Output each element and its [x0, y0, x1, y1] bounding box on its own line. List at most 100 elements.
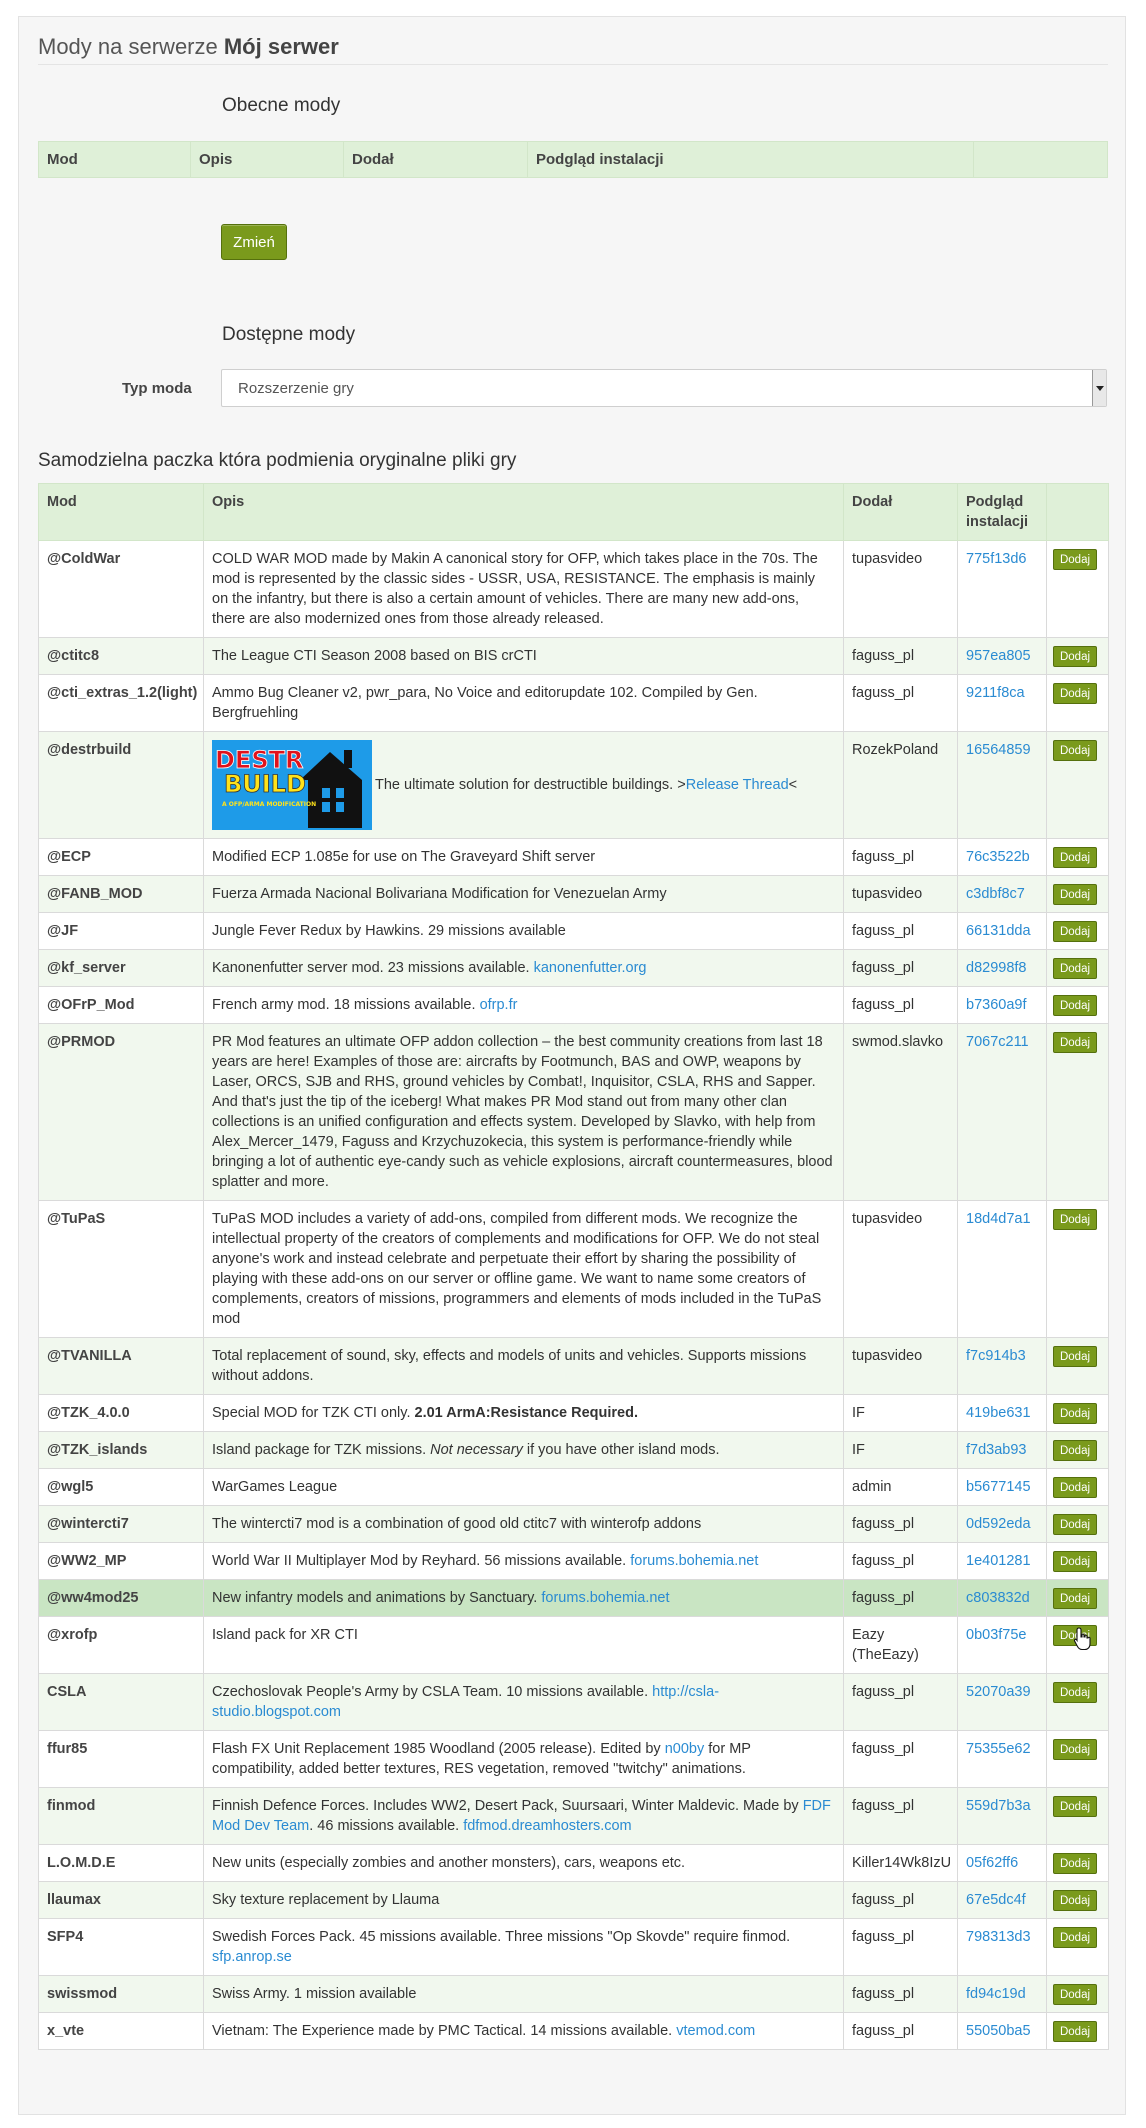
installation-preview-link[interactable]: 9211f8ca [966, 685, 1025, 701]
add-mod-button[interactable]: Dodaj [1053, 1796, 1097, 1817]
mod-description-link[interactable]: Release Thread [686, 777, 789, 793]
installation-preview-link[interactable]: 67e5dc4f [966, 1892, 1026, 1908]
col-preview: Podgląd instalacji [957, 483, 1047, 541]
installation-preview-link[interactable]: 0b03f75e [966, 1627, 1026, 1643]
installation-preview-link[interactable]: f7c914b3 [966, 1348, 1026, 1364]
mod-actions-cell: Dodaj [1046, 1787, 1109, 1845]
add-mod-button[interactable]: Dodaj [1053, 1927, 1097, 1948]
installation-preview-link[interactable]: 957ea805 [966, 648, 1031, 664]
add-mod-button[interactable]: Dodaj [1053, 1551, 1097, 1572]
installation-preview-link[interactable]: c803832d [966, 1590, 1030, 1606]
page-title: Mody na serwerze Mój serwer [38, 34, 339, 59]
installation-preview-link[interactable]: fd94c19d [966, 1986, 1026, 2002]
mod-description: DESTR BUILD A OFP/ARMA MODIFICATION The ult… [203, 731, 844, 839]
mod-description-link[interactable]: vtemod.com [676, 2023, 755, 2039]
add-mod-button[interactable]: Dodaj [1053, 1514, 1097, 1535]
change-button[interactable]: Zmień [221, 224, 287, 260]
add-mod-button[interactable]: Dodaj [1053, 884, 1097, 905]
installation-preview-link[interactable]: d82998f8 [966, 960, 1026, 976]
add-mod-button[interactable]: Dodaj [1053, 958, 1097, 979]
mod-row: swissmod Swiss Army. 1 mission available f… [38, 1975, 1109, 2013]
installation-preview-link[interactable]: 798313d3 [966, 1929, 1031, 1945]
mod-type-select[interactable]: Rozszerzenie gry [221, 369, 1107, 407]
installation-preview-link[interactable]: b7360a9f [966, 997, 1026, 1013]
mod-author: faguss_pl [843, 1975, 958, 2013]
add-mod-button[interactable]: Dodaj [1053, 847, 1097, 868]
mod-preview-cell: 55050ba5 [957, 2012, 1047, 2050]
mod-preview-cell: 66131dda [957, 912, 1047, 950]
dropdown-arrow-icon[interactable] [1092, 370, 1106, 406]
mod-description-text: Finnish Defence Forces. Includes WW2, De… [212, 1798, 803, 1814]
mod-author: faguss_pl [843, 949, 958, 987]
mod-description: Vietnam: The Experience made by PMC Tact… [203, 2012, 844, 2050]
add-mod-button[interactable]: Dodaj [1053, 1682, 1097, 1703]
mod-name: @destrbuild [38, 731, 204, 839]
mod-description-link[interactable]: kanonenfutter.org [534, 960, 647, 976]
installation-preview-link[interactable]: 559d7b3a [966, 1798, 1031, 1814]
add-mod-button[interactable]: Dodaj [1053, 995, 1097, 1016]
current-col-desc: Opis [190, 141, 344, 178]
add-mod-button[interactable]: Dodaj [1053, 1588, 1097, 1609]
add-mod-button[interactable]: Dodaj [1053, 1739, 1097, 1760]
mod-name: @TZK_4.0.0 [38, 1394, 204, 1432]
add-mod-button[interactable]: Dodaj [1053, 1477, 1097, 1498]
mod-author: faguss_pl [843, 838, 958, 876]
mod-author: faguss_pl [843, 2012, 958, 2050]
installation-preview-link[interactable]: 55050ba5 [966, 2023, 1031, 2039]
installation-preview-link[interactable]: c3dbf8c7 [966, 886, 1025, 902]
mod-description-text: Island package for TZK missions. [212, 1442, 431, 1458]
installation-preview-link[interactable]: 75355e62 [966, 1741, 1031, 1757]
mod-row: @ColdWar COLD WAR MOD made by Makin A can… [38, 540, 1109, 638]
add-mod-button[interactable]: Dodaj [1053, 683, 1097, 704]
add-mod-button[interactable]: Dodaj [1053, 1209, 1097, 1230]
add-mod-button[interactable]: Dodaj [1053, 1346, 1097, 1367]
mod-row: ffur85 Flash FX Unit Replacement 1985 Woo… [38, 1730, 1109, 1788]
add-mod-button[interactable]: Dodaj [1053, 2021, 1097, 2042]
installation-preview-link[interactable]: b5677145 [966, 1479, 1031, 1495]
mod-actions-cell: Dodaj [1046, 674, 1109, 732]
mod-description-link[interactable]: n00by [665, 1741, 705, 1757]
mod-name: @TZK_islands [38, 1431, 204, 1469]
installation-preview-link[interactable]: 18d4d7a1 [966, 1211, 1031, 1227]
mod-name: @TVANILLA [38, 1337, 204, 1395]
installation-preview-link[interactable]: 66131dda [966, 923, 1031, 939]
mod-row: @cti_extras_1.2(light) Ammo Bug Cleaner v… [38, 674, 1109, 732]
mod-preview-cell: 1e401281 [957, 1542, 1047, 1580]
mod-author: tupasvideo [843, 1200, 958, 1338]
installation-preview-link[interactable]: 52070a39 [966, 1684, 1031, 1700]
mod-actions-cell: Dodaj [1046, 986, 1109, 1024]
installation-preview-link[interactable]: 16564859 [966, 742, 1031, 758]
installation-preview-link[interactable]: 05f62ff6 [966, 1855, 1018, 1871]
add-mod-button[interactable]: Dodaj [1053, 740, 1097, 761]
mod-description: New infantry models and animations by Sa… [203, 1579, 844, 1617]
mod-description: Island package for TZK missions. Not nec… [203, 1431, 844, 1469]
installation-preview-link[interactable]: 1e401281 [966, 1553, 1031, 1569]
mod-author: tupasvideo [843, 1337, 958, 1395]
add-mod-button[interactable]: Dodaj [1053, 1032, 1097, 1053]
mod-description-link[interactable]: forums.bohemia.net [541, 1590, 669, 1606]
add-mod-button[interactable]: Dodaj [1053, 1984, 1097, 2005]
mod-description-link[interactable]: forums.bohemia.net [630, 1553, 758, 1569]
add-mod-button[interactable]: Dodaj [1053, 1853, 1097, 1874]
add-mod-button[interactable]: Dodaj [1053, 646, 1097, 667]
mod-description-text: Modified ECP 1.085e for use on The Grave… [212, 849, 596, 865]
add-mod-button[interactable]: Dodaj [1053, 1403, 1097, 1424]
mod-description-text: Ammo Bug Cleaner v2, pwr_para, No Voice … [212, 685, 758, 721]
installation-preview-link[interactable]: 7067c211 [966, 1034, 1029, 1050]
current-col-author: Dodał [343, 141, 528, 178]
add-mod-button[interactable]: Dodaj [1053, 549, 1097, 570]
installation-preview-link[interactable]: 775f13d6 [966, 551, 1026, 567]
installation-preview-link[interactable]: f7d3ab93 [966, 1442, 1026, 1458]
installation-preview-link[interactable]: 419be631 [966, 1405, 1031, 1421]
mod-preview-cell: 05f62ff6 [957, 1844, 1047, 1882]
add-mod-button[interactable]: Dodaj [1053, 1890, 1097, 1911]
mod-description-link[interactable]: sfp.anrop.se [212, 1949, 292, 1965]
add-mod-button[interactable]: Dodaj [1053, 921, 1097, 942]
mod-author: faguss_pl [843, 1673, 958, 1731]
installation-preview-link[interactable]: 76c3522b [966, 849, 1030, 865]
add-mod-button[interactable]: Dodaj [1053, 1440, 1097, 1461]
mod-description-link[interactable]: fdfmod.dreamhosters.com [463, 1818, 631, 1834]
mod-description: Island pack for XR CTI [203, 1616, 844, 1674]
installation-preview-link[interactable]: 0d592eda [966, 1516, 1031, 1532]
mod-description-link[interactable]: ofrp.fr [480, 997, 518, 1013]
